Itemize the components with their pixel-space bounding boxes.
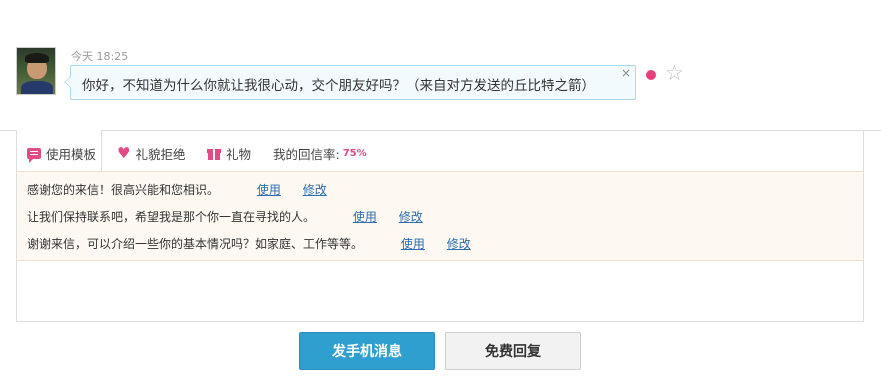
edit-template-link[interactable]: 修改 bbox=[447, 237, 471, 251]
tab-templates[interactable]: 使用模板 bbox=[27, 144, 96, 163]
reply-tabs: 使用模板 ♥ 礼貌拒绝 礼物 我的回信率: 75% bbox=[16, 130, 863, 171]
avatar-hair bbox=[25, 53, 49, 63]
gift-icon bbox=[207, 147, 221, 160]
message-text: 你好，不知道为什么你就让我很心动，交个朋友好吗？（来自对方发送的丘比特之箭） bbox=[82, 78, 595, 94]
reply-rate-value: 75% bbox=[342, 148, 367, 159]
list-item: 让我们保持联系吧，希望我是那个你一直在寻找的人。 使用 修改 bbox=[27, 208, 423, 225]
reply-rate-label: 我的回信率: bbox=[273, 147, 340, 162]
template-list: 感谢您的来信！很高兴能和您相识。 使用 修改 让我们保持联系吧，希望我是那个你一… bbox=[17, 171, 863, 261]
tab-gift-label: 礼物 bbox=[226, 147, 252, 162]
avatar-shirt bbox=[21, 81, 53, 94]
use-template-link[interactable]: 使用 bbox=[257, 183, 281, 197]
template-text: 谢谢来信，可以介绍一些你的基本情况吗？如家庭、工作等等。 bbox=[27, 237, 364, 251]
message-bubble: 你好，不知道为什么你就让我很心动，交个朋友好吗？（来自对方发送的丘比特之箭） × bbox=[64, 65, 636, 100]
star-outline-icon[interactable]: ☆ bbox=[665, 63, 684, 84]
message-time: 今天 18:25 bbox=[71, 50, 129, 63]
list-item: 感谢您的来信！很高兴能和您相识。 使用 修改 bbox=[27, 181, 327, 198]
sender-avatar[interactable] bbox=[16, 47, 56, 95]
close-icon[interactable]: × bbox=[621, 66, 631, 80]
free-reply-button[interactable]: 免费回复 bbox=[445, 332, 581, 370]
tab-decline-label: 礼貌拒绝 bbox=[135, 147, 186, 162]
list-item: 谢谢来信，可以介绍一些你的基本情况吗？如家庭、工作等等。 使用 修改 bbox=[27, 235, 471, 252]
chat-bubble-icon bbox=[27, 148, 41, 163]
tab-gift[interactable]: 礼物 bbox=[207, 144, 251, 163]
tab-decline[interactable]: ♥ 礼貌拒绝 bbox=[117, 144, 185, 163]
tab-templates-label: 使用模板 bbox=[46, 147, 97, 162]
template-text: 感谢您的来信！很高兴能和您相识。 bbox=[27, 183, 220, 197]
use-template-link[interactable]: 使用 bbox=[401, 237, 425, 251]
heart-icon: ♥ bbox=[117, 144, 131, 162]
edit-template-link[interactable]: 修改 bbox=[303, 183, 327, 197]
edit-template-link[interactable]: 修改 bbox=[399, 210, 423, 224]
reply-rate: 我的回信率: 75% bbox=[273, 144, 367, 163]
use-template-link[interactable]: 使用 bbox=[353, 210, 377, 224]
template-text: 让我们保持联系吧，希望我是那个你一直在寻找的人。 bbox=[27, 210, 316, 224]
send-sms-button[interactable]: 发手机消息 bbox=[299, 332, 435, 370]
reply-textarea[interactable] bbox=[17, 262, 863, 321]
reply-panel: 使用模板 ♥ 礼貌拒绝 礼物 我的回信率: 75% 感谢您的来信！很高兴能和您相… bbox=[16, 130, 864, 322]
unread-dot-icon bbox=[646, 70, 656, 80]
